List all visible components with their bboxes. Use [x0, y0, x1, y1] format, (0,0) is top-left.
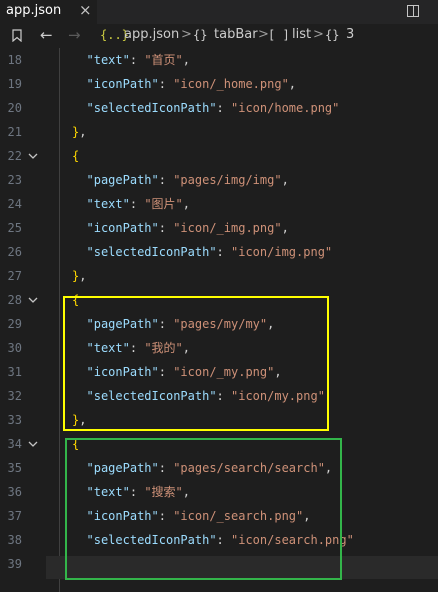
- code-line[interactable]: 21},: [0, 120, 438, 144]
- breadcrumb-list[interactable]: list: [292, 27, 311, 42]
- line-number: 27: [7, 269, 22, 283]
- code-token: :: [216, 245, 231, 259]
- line-number: 20: [7, 101, 22, 115]
- code-token: "text": [86, 53, 130, 67]
- code-line[interactable]: 24 "text": "图片",: [0, 192, 438, 216]
- bookmark-icon[interactable]: [12, 29, 22, 42]
- forward-arrow-icon[interactable]: →: [68, 26, 81, 44]
- code-line[interactable]: 25 "iconPath": "icon/_img.png",: [0, 216, 438, 240]
- line-number: 34: [7, 437, 22, 451]
- code-text: "selectedIconPath": "icon/img.png": [87, 240, 333, 264]
- code-token: "selectedIconPath": [86, 101, 217, 115]
- code-token: "icon/_home.png": [173, 77, 289, 91]
- code-token: "icon/_img.png": [173, 221, 282, 235]
- code-token: ,: [79, 125, 87, 139]
- line-number: 18: [7, 53, 22, 67]
- line-number: 37: [7, 509, 22, 523]
- line-number: 32: [7, 389, 22, 403]
- line-number: 24: [7, 197, 22, 211]
- breadcrumb-file[interactable]: app.json: [124, 27, 179, 42]
- code-token: :: [129, 197, 145, 211]
- line-number: 21: [7, 125, 22, 139]
- code-token: "text": [86, 197, 130, 211]
- code-token: :: [129, 53, 145, 67]
- code-text: "iconPath": "icon/_img.png",: [87, 216, 289, 240]
- code-token: :: [216, 101, 231, 115]
- object-icon: {}: [193, 28, 208, 42]
- code-token: ,: [182, 197, 190, 211]
- code-text: {: [72, 144, 79, 168]
- tab-label: app.json: [6, 3, 62, 18]
- line-number: 29: [7, 317, 22, 331]
- breadcrumb-tabbar[interactable]: tabBar: [214, 27, 258, 42]
- line-number: 36: [7, 485, 22, 499]
- code-line[interactable]: 23 "pagePath": "pages/img/img",: [0, 168, 438, 192]
- chevron-down-icon[interactable]: [28, 151, 38, 161]
- breadcrumb-separator: >: [313, 27, 324, 42]
- code-token: :: [158, 173, 174, 187]
- line-number: 26: [7, 245, 22, 259]
- code-text: },: [72, 120, 86, 144]
- array-icon: [ ]: [268, 28, 290, 42]
- code-text: "pagePath": "pages/img/img",: [87, 168, 289, 192]
- close-icon[interactable]: ×: [79, 1, 92, 19]
- tab-app-json[interactable]: app.json ×: [0, 0, 97, 24]
- code-token: ,: [79, 269, 87, 283]
- code-token: "pages/img/img": [173, 173, 282, 187]
- line-number: 33: [7, 413, 22, 427]
- yellow-highlight-box: [63, 296, 329, 431]
- tab-bar: app.json ×: [0, 0, 438, 24]
- code-token: :: [158, 221, 174, 235]
- code-text: "selectedIconPath": "icon/home.png": [87, 96, 340, 120]
- code-text: "text": "首页",: [87, 48, 191, 72]
- line-number: 31: [7, 365, 22, 379]
- code-token: ,: [182, 53, 190, 67]
- line-number: 23: [7, 173, 22, 187]
- code-line[interactable]: 19 "iconPath": "icon/_home.png",: [0, 72, 438, 96]
- breadcrumb-separator: >: [181, 27, 192, 42]
- green-highlight-box: [65, 438, 342, 580]
- code-token: :: [158, 77, 174, 91]
- code-token: {: [72, 149, 80, 163]
- code-text: },: [72, 264, 86, 288]
- line-number: 38: [7, 533, 22, 547]
- code-line[interactable]: 27},: [0, 264, 438, 288]
- code-token: ,: [281, 173, 289, 187]
- breadcrumb-item-3[interactable]: 3: [346, 27, 354, 42]
- line-number: 19: [7, 77, 22, 91]
- code-text: "iconPath": "icon/_home.png",: [87, 72, 297, 96]
- code-line[interactable]: 20 "selectedIconPath": "icon/home.png": [0, 96, 438, 120]
- code-token: "iconPath": [86, 77, 159, 91]
- line-number: 25: [7, 221, 22, 235]
- code-token: "首页": [144, 53, 183, 67]
- line-number: 39: [7, 557, 22, 571]
- chevron-down-icon[interactable]: [28, 295, 38, 305]
- code-token: "图片": [144, 197, 183, 211]
- code-token: "iconPath": [86, 221, 159, 235]
- code-token: "pagePath": [86, 173, 159, 187]
- code-token: "selectedIconPath": [86, 245, 217, 259]
- code-line[interactable]: 26 "selectedIconPath": "icon/img.png": [0, 240, 438, 264]
- chevron-down-icon[interactable]: [28, 439, 38, 449]
- line-number: 35: [7, 461, 22, 475]
- code-line[interactable]: 22 {: [0, 144, 438, 168]
- breadcrumb: ← → {..} app.json > {} tabBar > [ ] list…: [0, 24, 438, 48]
- split-editor-icon[interactable]: [407, 5, 419, 17]
- line-number: 22: [7, 149, 22, 163]
- code-token: ,: [288, 77, 297, 91]
- code-line[interactable]: 18 "text": "首页",: [0, 48, 438, 72]
- object-icon: {}: [325, 28, 340, 42]
- code-text: "text": "图片",: [87, 192, 191, 216]
- code-token: ,: [281, 221, 289, 235]
- code-token: "icon/home.png": [231, 101, 340, 115]
- back-arrow-icon[interactable]: ←: [40, 26, 53, 44]
- line-number: 30: [7, 341, 22, 355]
- line-number: 28: [7, 293, 22, 307]
- code-token: "icon/img.png": [231, 245, 333, 259]
